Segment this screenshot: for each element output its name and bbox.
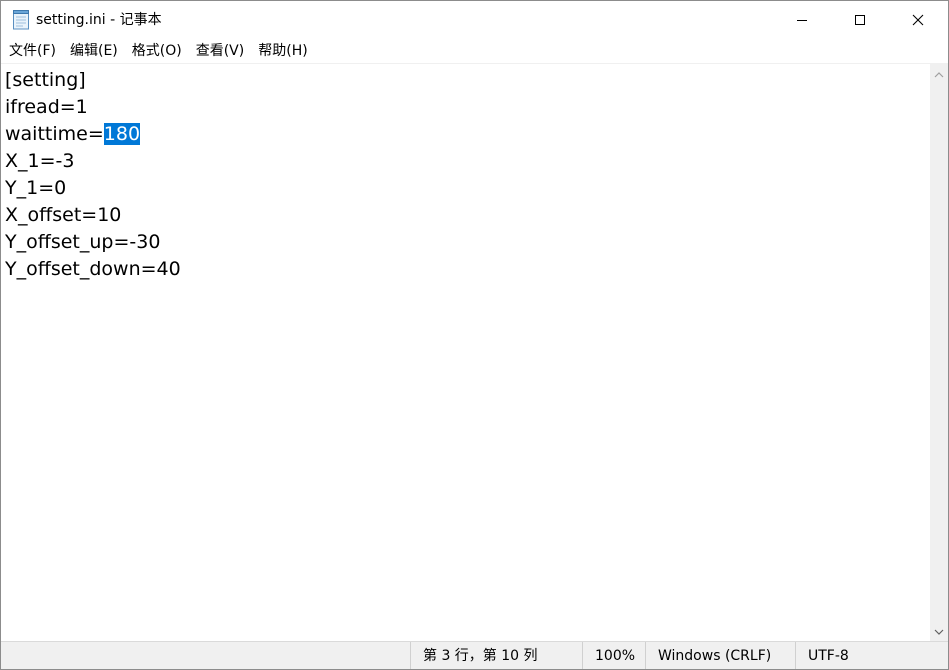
menu-edit[interactable]: 编辑(E) <box>63 39 125 63</box>
title-bar[interactable]: setting.ini - 记事本 <box>1 1 948 39</box>
selected-text: 180 <box>103 123 141 145</box>
window-title: setting.ini - 记事本 <box>36 12 162 28</box>
text-line: [setting] <box>5 69 86 91</box>
line-ending: Windows (CRLF) <box>645 642 795 669</box>
close-button[interactable] <box>889 1 947 39</box>
close-icon <box>912 11 924 30</box>
chevron-up-icon <box>934 64 944 83</box>
minimize-icon <box>796 11 808 30</box>
scroll-up-button[interactable] <box>930 65 948 82</box>
text-segment: waittime= <box>5 123 104 145</box>
chevron-down-icon <box>934 621 944 640</box>
scroll-down-button[interactable] <box>930 622 948 639</box>
maximize-button[interactable] <box>831 1 889 39</box>
minimize-button[interactable] <box>773 1 831 39</box>
text-line: waittime=180 <box>5 121 181 148</box>
editor-content[interactable]: [setting] ifread=1 waittime=180 X_1=-3 Y… <box>5 67 181 283</box>
text-line: Y_offset_down=40 <box>5 258 181 280</box>
text-editor[interactable]: [setting] ifread=1 waittime=180 X_1=-3 Y… <box>1 63 930 642</box>
notepad-icon <box>12 10 30 30</box>
cursor-position: 第 3 行，第 10 列 <box>410 642 582 669</box>
encoding: UTF-8 <box>795 642 948 669</box>
vertical-scrollbar[interactable] <box>930 63 948 641</box>
menu-bar: 文件(F) 编辑(E) 格式(O) 查看(V) 帮助(H) <box>1 39 948 63</box>
text-line: X_offset=10 <box>5 204 122 226</box>
text-line: ifread=1 <box>5 96 88 118</box>
zoom-level: 100% <box>582 642 645 669</box>
menu-help[interactable]: 帮助(H) <box>251 39 314 63</box>
maximize-icon <box>854 11 866 30</box>
notepad-window: setting.ini - 记事本 文件(F) 编辑(E) 格式(O) 查看(V… <box>0 0 949 670</box>
status-bar: 第 3 行，第 10 列 100% Windows (CRLF) UTF-8 <box>1 641 948 669</box>
menu-format[interactable]: 格式(O) <box>125 39 189 63</box>
menu-file[interactable]: 文件(F) <box>1 39 63 63</box>
text-line: Y_offset_up=-30 <box>5 231 161 253</box>
text-line: Y_1=0 <box>5 177 67 199</box>
menu-view[interactable]: 查看(V) <box>189 39 252 63</box>
text-line: X_1=-3 <box>5 150 75 172</box>
